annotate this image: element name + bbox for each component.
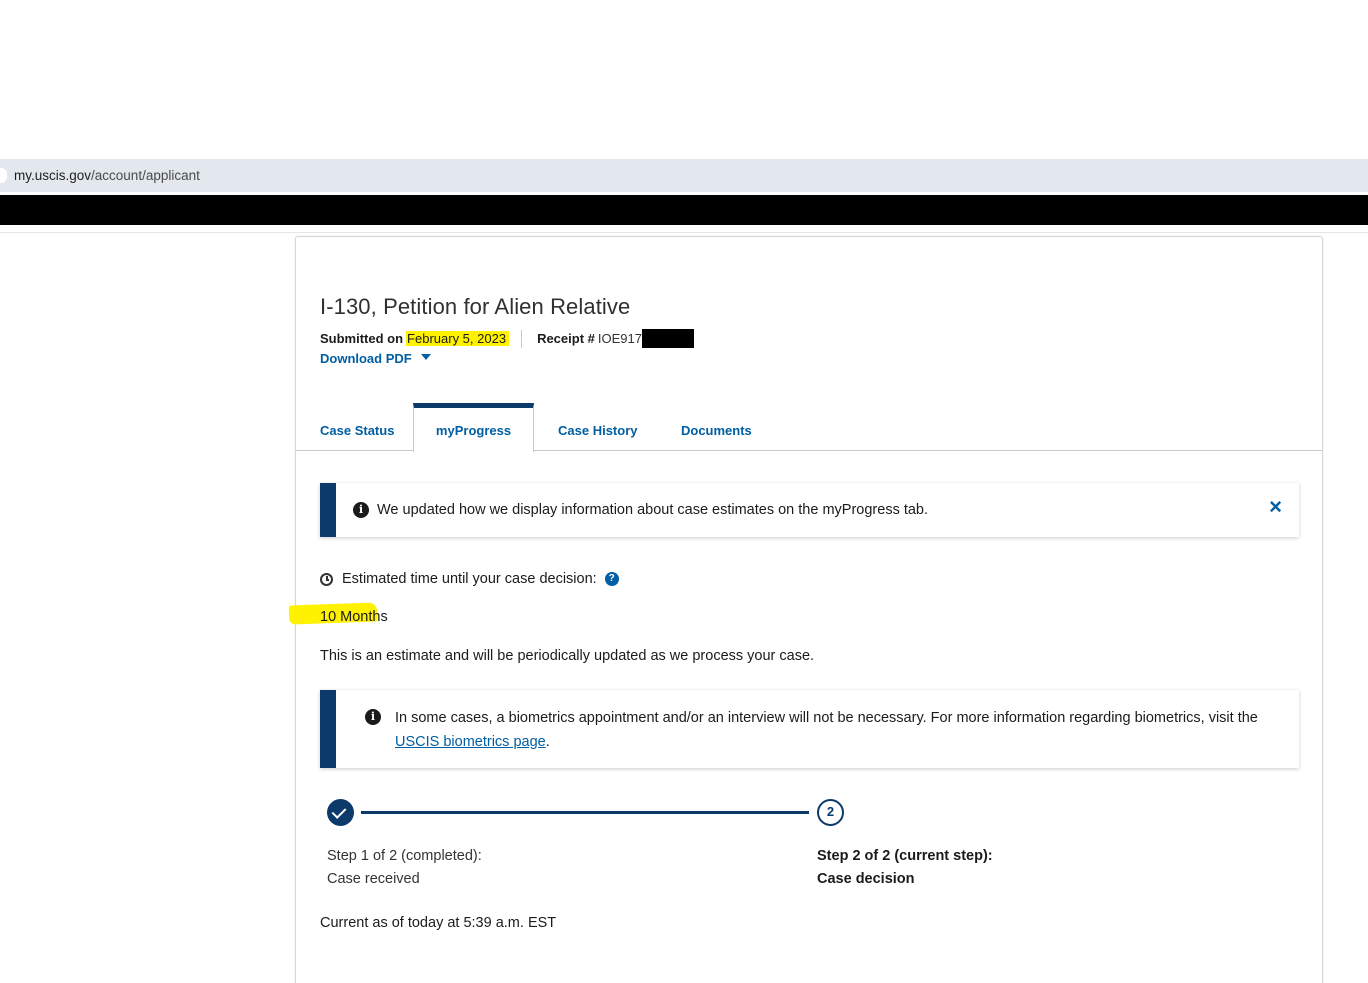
biometrics-alert: i In some cases, a biometrics appointmen… (320, 690, 1299, 768)
page-title: I-130, Petition for Alien Relative (320, 294, 631, 319)
receipt-number: IOE917 (597, 331, 642, 346)
url-path: /account/applicant (91, 168, 200, 183)
redacted-banner (0, 195, 1368, 225)
receipt-label: Receipt # (537, 331, 595, 346)
tab-documents[interactable]: Documents (681, 403, 752, 451)
step-1-title: Step 1 of 2 (completed): (327, 848, 482, 864)
estimate-value: 10 Months (320, 609, 388, 625)
update-notice-alert: i We updated how we display information … (320, 483, 1299, 537)
download-pdf-label: Download PDF (320, 351, 412, 366)
address-bar-edge (0, 168, 7, 183)
close-icon[interactable]: × (1269, 496, 1282, 518)
download-pdf-button[interactable]: Download PDF (320, 351, 431, 366)
divider (0, 232, 1368, 233)
biometrics-link[interactable]: USCIS biometrics page (395, 734, 546, 750)
case-meta: Submitted on February 5, 2023 Receipt # … (320, 329, 694, 348)
estimate-label: Estimated time until your case decision: (342, 571, 597, 587)
step-1-label: Step 1 of 2 (completed): Case received (327, 845, 482, 891)
biometrics-period: . (545, 734, 550, 750)
redacted-receipt (641, 329, 694, 348)
biometrics-text: In some cases, a biometrics appointment … (395, 706, 1275, 754)
check-icon (327, 799, 354, 826)
info-icon: i (365, 709, 381, 725)
tab-case-status[interactable]: Case Status (320, 403, 394, 451)
step-1-name: Case received (327, 871, 420, 887)
estimate-note: This is an estimate and will be periodic… (320, 648, 815, 664)
help-icon[interactable]: ? (604, 572, 619, 586)
meta-separator (521, 329, 523, 348)
submitted-date: February 5, 2023 (406, 331, 510, 346)
tab-case-history[interactable]: Case History (558, 403, 637, 451)
caret-down-icon (420, 354, 431, 360)
address-bar[interactable]: my.uscis.gov/account/applicant (0, 159, 1368, 192)
step-2-title: Step 2 of 2 (current step): (817, 848, 993, 864)
submitted-label: Submitted on (320, 331, 404, 346)
case-card: I-130, Petition for Alien Relative Submi… (288, 236, 1323, 983)
step-2-label: Step 2 of 2 (current step): Case decisio… (817, 845, 993, 891)
estimate-row: Estimated time until your case decision:… (320, 571, 619, 587)
url-domain: my.uscis.gov (14, 168, 92, 183)
step-2-name: Case decision (817, 871, 915, 887)
last-updated-text: Current as of today at 5:39 a.m. EST (320, 915, 557, 931)
progress-stepper: 2 (327, 799, 847, 829)
tab-myprogress[interactable]: myProgress (413, 403, 534, 452)
step-2-indicator: 2 (817, 799, 844, 826)
case-tabs: Case Status myProgress Case History Docu… (296, 403, 1322, 452)
stepper-line (361, 811, 809, 814)
clock-icon (320, 572, 333, 586)
update-notice-text: We updated how we display information ab… (377, 502, 929, 518)
info-icon: i (353, 502, 369, 518)
biometrics-message: In some cases, a biometrics appointment … (395, 710, 1258, 726)
